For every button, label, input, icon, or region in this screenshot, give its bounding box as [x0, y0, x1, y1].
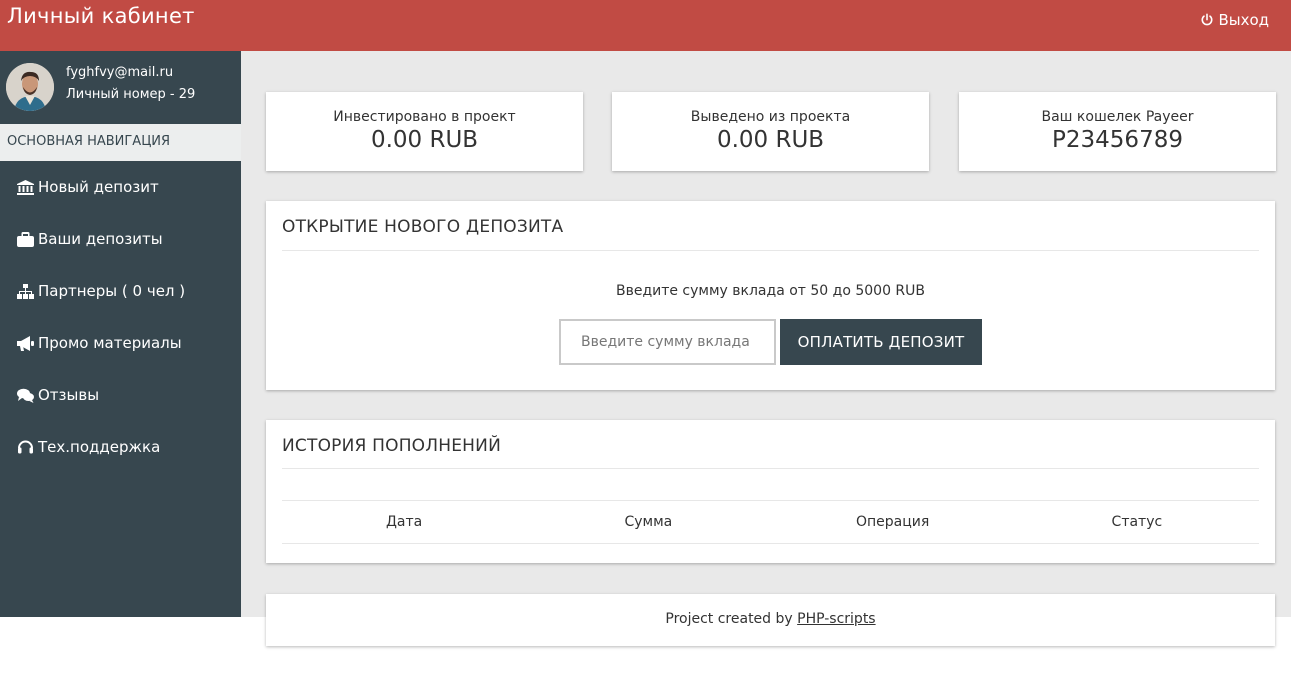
- sidebar: fyghfvy@mail.ru Личный номер - 29 ОСНОВН…: [0, 51, 241, 617]
- column-header-date: Дата: [385, 514, 423, 530]
- sidebar-item-label: Промо материалы: [38, 334, 182, 352]
- stat-payeer-wallet: Ваш кошелек Payeer P23456789: [959, 92, 1276, 171]
- footer-text: Project created by: [665, 611, 793, 627]
- column-header-status: Статус: [1111, 514, 1163, 530]
- sidebar-item-new-deposit[interactable]: Новый депозит: [0, 161, 241, 213]
- deposit-history-panel: ИСТОРИЯ ПОПОЛНЕНИЙ Дата Сумма Операция С…: [266, 420, 1275, 563]
- deposit-amount-input[interactable]: [559, 319, 776, 365]
- user-panel: fyghfvy@mail.ru Личный номер - 29: [0, 51, 241, 124]
- sidebar-item-label: Отзывы: [38, 386, 100, 404]
- new-deposit-panel: ОТКРЫТИЕ НОВОГО ДЕПОЗИТА Введите сумму в…: [266, 201, 1275, 390]
- panel-title: ИСТОРИЯ ПОПОЛНЕНИЙ: [282, 436, 501, 456]
- divider: [282, 468, 1259, 469]
- footer-link[interactable]: PHP-scripts: [797, 611, 875, 627]
- nav-section-title: ОСНОВНАЯ НАВИГАЦИЯ: [0, 124, 241, 161]
- sidebar-item-label: Ваши депозиты: [38, 230, 163, 248]
- deposit-hint: Введите сумму вклада от 50 до 5000 RUB: [615, 283, 926, 299]
- stat-label: Выведено из проекта: [690, 109, 851, 125]
- stat-label: Инвестировано в проект: [333, 109, 516, 125]
- power-icon: [1201, 13, 1213, 26]
- column-header-operation: Операция: [855, 514, 930, 530]
- column-header-amount: Сумма: [624, 514, 673, 530]
- sidebar-nav: Новый депозит Ваши депозиты Партнеры ( 0…: [0, 161, 241, 473]
- stat-invested: Инвестировано в проект 0.00 RUB: [266, 92, 583, 171]
- user-email: fyghfvy@mail.ru: [66, 65, 174, 80]
- briefcase-icon: [17, 231, 34, 247]
- sidebar-item-support[interactable]: Тех.поддержка: [0, 421, 241, 473]
- avatar: [6, 63, 54, 111]
- sidebar-item-your-deposits[interactable]: Ваши депозиты: [0, 213, 241, 265]
- sidebar-item-promo[interactable]: Промо материалы: [0, 317, 241, 369]
- divider: [282, 250, 1259, 251]
- sidebar-item-partners[interactable]: Партнеры ( 0 чел ): [0, 265, 241, 317]
- panel-title: ОТКРЫТИЕ НОВОГО ДЕПОЗИТА: [282, 217, 564, 237]
- app-title: Личный кабинет: [7, 4, 195, 28]
- top-header: Личный кабинет Выход: [0, 0, 1291, 51]
- stat-label: Ваш кошелек Payeer: [1041, 109, 1194, 125]
- pay-deposit-button[interactable]: ОПЛАТИТЬ ДЕПОЗИТ: [780, 319, 982, 365]
- sitemap-icon: [17, 283, 34, 299]
- headset-icon: [18, 440, 33, 453]
- stat-withdrawn: Выведено из проекта 0.00 RUB: [612, 92, 929, 171]
- history-table-header: Дата Сумма Операция Статус: [282, 500, 1259, 544]
- logout-label: Выход: [1218, 11, 1269, 29]
- sidebar-item-reviews[interactable]: Отзывы: [0, 369, 241, 421]
- footer: Project created by PHP-scripts: [266, 594, 1275, 646]
- sidebar-item-label: Новый депозит: [38, 178, 159, 196]
- sidebar-item-label: Тех.поддержка: [38, 438, 161, 456]
- comments-icon: [17, 388, 34, 403]
- main-content: Инвестировано в проект 0.00 RUB Выведено…: [241, 51, 1291, 617]
- user-number: Личный номер - 29: [66, 87, 196, 102]
- sidebar-item-label: Партнеры ( 0 чел ): [38, 282, 186, 300]
- stat-value: P23456789: [1052, 127, 1183, 153]
- stat-value: 0.00 RUB: [370, 127, 479, 153]
- logout-button[interactable]: Выход: [1200, 11, 1269, 29]
- megaphone-icon: [17, 335, 34, 351]
- stat-value: 0.00 RUB: [716, 127, 825, 153]
- bank-icon: [17, 179, 34, 195]
